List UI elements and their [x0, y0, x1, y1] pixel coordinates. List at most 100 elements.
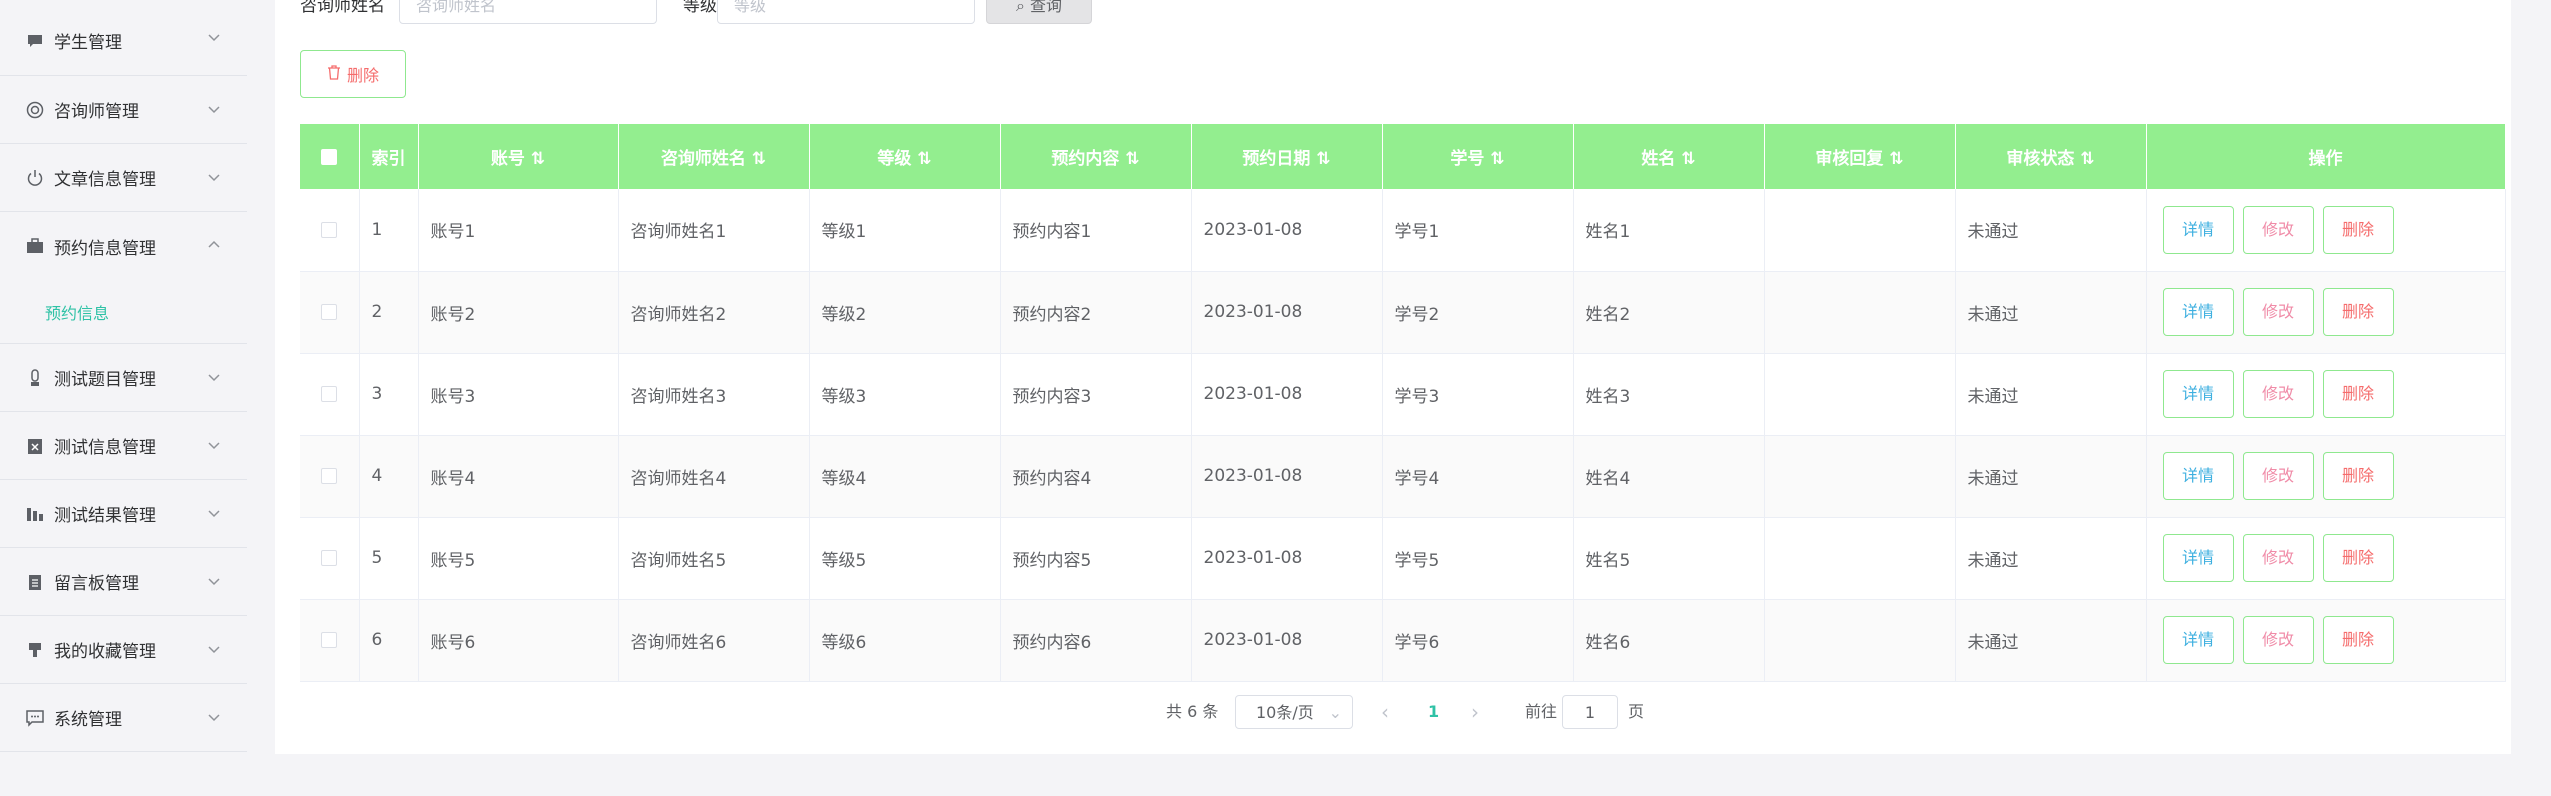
- search-icon: ⌕: [1015, 0, 1025, 15]
- sidebar-item-label: 测试结果管理: [54, 506, 156, 526]
- batch-delete-button[interactable]: 删除: [300, 50, 406, 98]
- cell-level: 等级6: [809, 599, 1001, 682]
- trophy-icon: [26, 641, 44, 659]
- column-header-index: 索引: [359, 124, 419, 189]
- sort-icon: ⇅: [1316, 149, 1331, 169]
- table-row: 2 账号2 咨询师姓名2 等级2 预约内容2 2023-01-08 学号2 姓名2 未通过 详情修…: [300, 271, 2506, 354]
- sidebar-item-message-board[interactable]: 留言板管理: [0, 548, 247, 616]
- column-header-content[interactable]: 预约内容 ⇅: [1000, 124, 1192, 189]
- column-header-student-id[interactable]: 学号 ⇅: [1382, 124, 1574, 189]
- column-header-date[interactable]: 预约日期 ⇅: [1191, 124, 1383, 189]
- detail-button[interactable]: 详情: [2162, 452, 2234, 500]
- thermometer-icon: [26, 368, 44, 387]
- cell-name: 姓名3: [1573, 353, 1765, 436]
- cell-reply: [1764, 517, 1956, 600]
- pagination-total: 共 6 条: [1166, 702, 1219, 721]
- detail-button[interactable]: 详情: [2162, 288, 2234, 336]
- row-checkbox[interactable]: [300, 353, 360, 436]
- chevron-down-icon: ⌄: [1328, 703, 1342, 722]
- query-button[interactable]: ⌕ 查询: [986, 0, 1092, 24]
- table-row: 4 账号4 咨询师姓名4 等级4 预约内容4 2023-01-08 学号4 姓名4 未通过 详情修…: [300, 435, 2506, 518]
- sidebar-item-label: 文章信息管理: [54, 170, 156, 190]
- chevron-down-icon: [207, 369, 221, 383]
- cell-date: 2023-01-08: [1191, 599, 1383, 682]
- cell-account: 账号4: [418, 435, 619, 518]
- sidebar-item-appointment[interactable]: 预约信息管理: [0, 212, 247, 280]
- detail-button[interactable]: 详情: [2162, 534, 2234, 582]
- edit-button[interactable]: 修改: [2242, 452, 2314, 500]
- cell-student-id: 学号5: [1382, 517, 1574, 600]
- sidebar-item-system[interactable]: 系统管理: [0, 684, 247, 752]
- sort-icon: ⇅: [530, 149, 546, 169]
- cell-date: 2023-01-08: [1191, 353, 1383, 436]
- table-row: 1 账号1 咨询师姓名1 等级1 预约内容1 2023-01-08 学号1 姓名1 未通过 详情修…: [300, 189, 2506, 272]
- column-header-level[interactable]: 等级 ⇅: [809, 124, 1001, 189]
- detail-button[interactable]: 详情: [2162, 616, 2234, 664]
- query-button-label: 查询: [1030, 0, 1063, 15]
- edit-button[interactable]: 修改: [2242, 616, 2314, 664]
- cell-student-id: 学号3: [1382, 353, 1574, 436]
- sidebar-item-test-result[interactable]: 测试结果管理: [0, 480, 247, 548]
- column-header-account[interactable]: 账号 ⇅: [418, 124, 619, 189]
- next-page-button[interactable]: ›: [1471, 695, 1479, 729]
- cell-content: 预约内容1: [1000, 189, 1192, 272]
- row-actions: 详情 修改 删除: [2146, 599, 2506, 682]
- row-actions: 详情 修改 删除: [2146, 435, 2506, 518]
- cell-index: 5: [359, 517, 419, 600]
- cell-status: 未通过: [1955, 517, 2147, 600]
- edit-button[interactable]: 修改: [2242, 370, 2314, 418]
- column-header-counselor[interactable]: 咨询师姓名 ⇅: [618, 124, 810, 189]
- sidebar-item-article[interactable]: 文章信息管理: [0, 144, 247, 212]
- delete-button[interactable]: 删除: [2322, 370, 2394, 418]
- column-header-name[interactable]: 姓名 ⇅: [1573, 124, 1765, 189]
- select-all-checkbox[interactable]: [300, 124, 360, 189]
- row-checkbox[interactable]: [300, 435, 360, 518]
- cell-content: 预约内容5: [1000, 517, 1192, 600]
- cell-level: 等级3: [809, 353, 1001, 436]
- cell-index: 1: [359, 189, 419, 272]
- table-row: 6 账号6 咨询师姓名6 等级6 预约内容6 2023-01-08 学号6 姓名6 未通过 详情修…: [300, 599, 2506, 682]
- delete-button[interactable]: 删除: [2322, 205, 2394, 254]
- row-checkbox[interactable]: [300, 189, 360, 272]
- page-size-select[interactable]: 10条/页 ⌄: [1235, 695, 1353, 729]
- sort-icon: ⇅: [751, 149, 767, 169]
- cell-level: 等级1: [809, 189, 1001, 272]
- edit-button[interactable]: 修改: [2242, 534, 2314, 582]
- level-input[interactable]: 等级: [717, 0, 975, 24]
- cell-status: 未通过: [1955, 271, 2147, 354]
- chevron-down-icon: [207, 641, 221, 655]
- edit-button[interactable]: 修改: [2242, 205, 2314, 254]
- column-header-status[interactable]: 审核状态 ⇅: [1955, 124, 2147, 189]
- cell-name: 姓名6: [1573, 599, 1765, 682]
- delete-button[interactable]: 删除: [2322, 534, 2394, 582]
- edit-button[interactable]: 修改: [2242, 288, 2314, 336]
- goto-label: 前往: [1525, 702, 1558, 721]
- row-checkbox[interactable]: [300, 517, 360, 600]
- row-checkbox[interactable]: [300, 599, 360, 682]
- page-number-current[interactable]: 1: [1428, 695, 1439, 729]
- cell-reply: [1764, 353, 1956, 436]
- sidebar-item-favorites[interactable]: 我的收藏管理: [0, 616, 247, 684]
- sidebar-subitem-appointment-info[interactable]: 预约信息: [0, 280, 247, 344]
- cell-account: 账号2: [418, 271, 619, 354]
- cell-account: 账号6: [418, 599, 619, 682]
- cell-reply: [1764, 599, 1956, 682]
- sidebar-item-student[interactable]: 学生管理: [0, 0, 247, 76]
- goto-page-input[interactable]: 1: [1562, 695, 1618, 729]
- delete-button[interactable]: 删除: [2322, 616, 2394, 664]
- detail-button[interactable]: 详情: [2162, 370, 2234, 418]
- sort-icon: ⇅: [1490, 149, 1505, 169]
- delete-button[interactable]: 删除: [2322, 288, 2394, 336]
- detail-button[interactable]: 详情: [2162, 205, 2234, 254]
- cell-date: 2023-01-08: [1191, 517, 1383, 600]
- prev-page-button[interactable]: ‹: [1381, 695, 1389, 729]
- column-header-reply[interactable]: 审核回复 ⇅: [1764, 124, 1956, 189]
- cell-index: 4: [359, 435, 419, 518]
- delete-button[interactable]: 删除: [2322, 452, 2394, 500]
- sidebar-item-test-info[interactable]: 测试信息管理: [0, 412, 247, 480]
- row-checkbox[interactable]: [300, 271, 360, 354]
- sidebar-item-test-question[interactable]: 测试题目管理: [0, 344, 247, 412]
- cell-student-id: 学号1: [1382, 189, 1574, 272]
- sidebar-item-counselor[interactable]: 咨询师管理: [0, 76, 247, 144]
- counselor-name-input[interactable]: 咨询师姓名: [399, 0, 657, 24]
